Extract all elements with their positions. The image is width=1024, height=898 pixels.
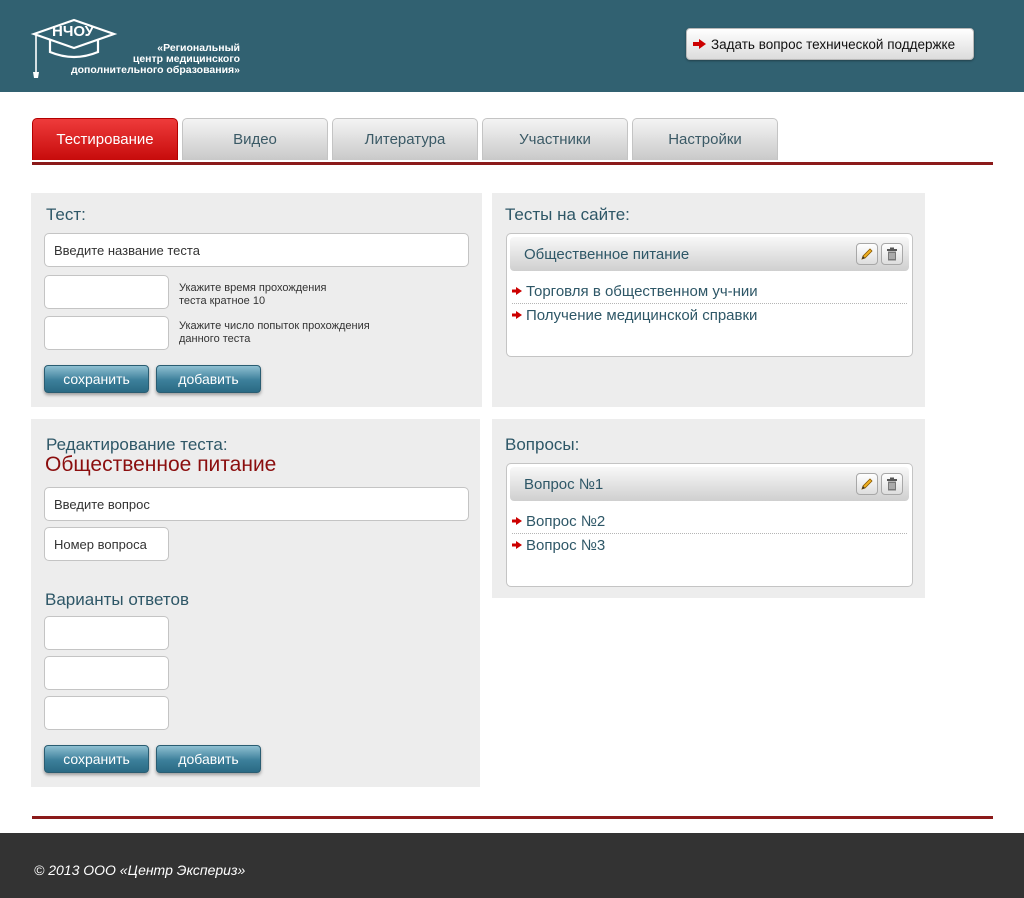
header: НЧОУ «Региональный центр медицинского до…: [0, 0, 1024, 92]
list-item[interactable]: Торговля в общественном уч-нии: [512, 279, 907, 303]
edit-icon[interactable]: [856, 243, 878, 265]
arrow-right-icon: [512, 517, 522, 525]
questions-list: Вопрос №1 Вопрос №2 Вопрос №3: [506, 463, 913, 587]
arrow-right-icon: [512, 311, 522, 319]
list-item[interactable]: Получение медицинской справки: [512, 303, 907, 327]
tabs-divider: [32, 162, 993, 165]
edit-add-button[interactable]: добавить: [156, 745, 261, 773]
question-number-input[interactable]: Номер вопроса: [44, 527, 169, 561]
edit-test-title: Редактирование теста:: [46, 435, 228, 454]
tests-list-selected[interactable]: Общественное питание: [510, 237, 909, 271]
list-item-label: Торговля в общественном уч-нии: [526, 282, 758, 300]
tab-settings[interactable]: Настройки: [632, 118, 778, 160]
test-panel-title: Тест:: [46, 205, 86, 224]
footer-divider: [32, 816, 993, 819]
test-attempts-hint: Укажите число попыток прохождения данног…: [179, 320, 370, 346]
tab-participants[interactable]: Участники: [482, 118, 628, 160]
edit-save-button[interactable]: сохранить: [44, 745, 149, 773]
list-item-label: Получение медицинской справки: [526, 306, 758, 324]
test-save-button[interactable]: сохранить: [44, 365, 149, 393]
test-time-hint-line-1: Укажите время прохождения: [179, 282, 327, 294]
delete-icon[interactable]: [881, 473, 903, 495]
questions-list-selected[interactable]: Вопрос №1: [510, 467, 909, 501]
test-name-input[interactable]: Введите название теста: [44, 233, 469, 267]
test-attempts-hint-line-1: Укажите число попыток прохождения: [179, 320, 370, 332]
list-item[interactable]: Вопрос №3: [512, 533, 907, 557]
main-tabs: Тестирование Видео Литература Участники …: [32, 118, 778, 160]
tab-video[interactable]: Видео: [182, 118, 328, 160]
support-button[interactable]: Задать вопрос технической поддержке: [686, 28, 974, 60]
list-item-label: Вопрос №2: [526, 512, 606, 530]
edit-test-name: Общественное питание: [45, 453, 277, 476]
test-time-hint-line-2: теста кратное 10: [179, 295, 266, 307]
tab-testing[interactable]: Тестирование: [32, 118, 178, 160]
arrow-right-icon: [693, 39, 706, 49]
tests-list-actions: [856, 243, 903, 265]
answer-input[interactable]: [44, 656, 169, 690]
footer-copyright: © 2013 ООО «Центр Экспериз»: [34, 862, 246, 878]
test-add-button[interactable]: добавить: [156, 365, 261, 393]
questions-list-actions: [856, 473, 903, 495]
arrow-right-icon: [512, 287, 522, 295]
test-attempts-input[interactable]: [44, 316, 169, 350]
logo-text: «Региональный центр медицинского дополни…: [54, 43, 240, 76]
tests-list-selected-label: Общественное питание: [524, 245, 690, 263]
list-item[interactable]: Вопрос №2: [512, 509, 907, 533]
questions-list-selected-label: Вопрос №1: [524, 475, 604, 493]
edit-icon[interactable]: [856, 473, 878, 495]
arrow-right-icon: [512, 541, 522, 549]
tests-on-site-title: Тесты на сайте:: [505, 205, 630, 224]
answer-input[interactable]: [44, 696, 169, 730]
test-attempts-hint-line-2: данного теста: [179, 333, 251, 345]
answer-input[interactable]: [44, 616, 169, 650]
tab-literature[interactable]: Литература: [332, 118, 478, 160]
question-input[interactable]: Введите вопрос: [44, 487, 469, 521]
answers-title: Варианты ответов: [45, 590, 189, 609]
support-button-label: Задать вопрос технической поддержке: [711, 36, 956, 52]
test-time-input[interactable]: [44, 275, 169, 309]
questions-title: Вопросы:: [505, 435, 580, 454]
delete-icon[interactable]: [881, 243, 903, 265]
list-item-label: Вопрос №3: [526, 536, 606, 554]
logo-abbreviation: НЧОУ: [52, 23, 94, 40]
test-time-hint: Укажите время прохождения теста кратное …: [179, 282, 326, 308]
logo-line-3: дополнительного образования»: [70, 64, 240, 76]
tests-list: Общественное питание Торговля в обществе…: [506, 233, 913, 357]
